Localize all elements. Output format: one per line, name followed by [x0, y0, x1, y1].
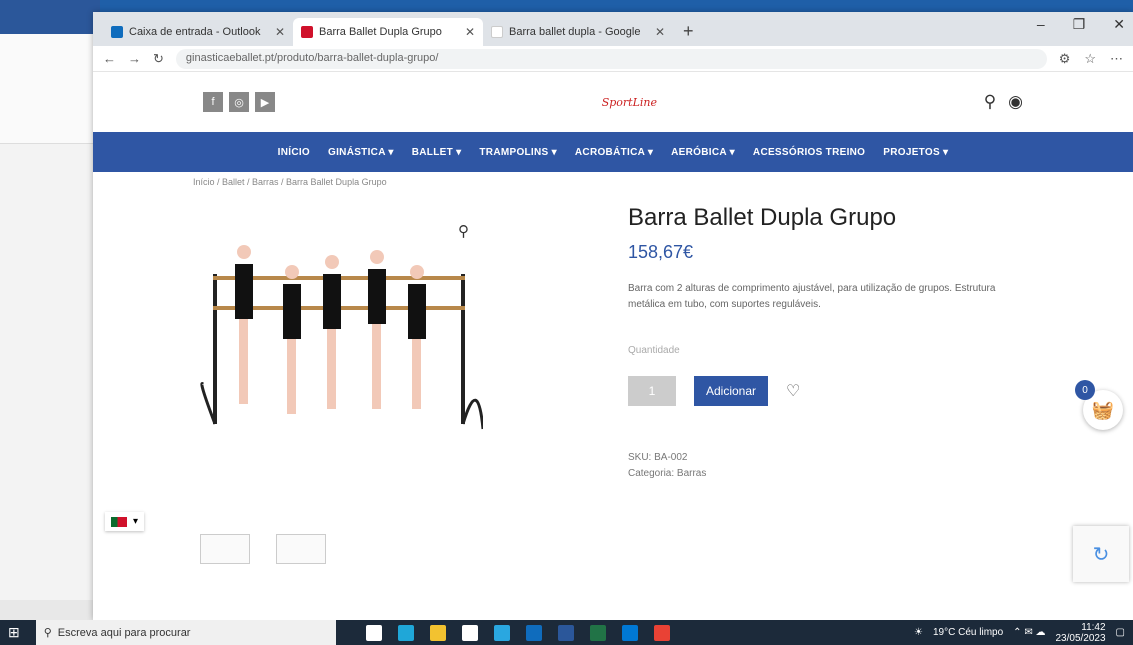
nav-item-ginastica[interactable]: GINÁSTICA ▾: [328, 147, 394, 158]
social-links: f ◎ ▶: [203, 92, 275, 112]
product-category[interactable]: Categoria: Barras: [628, 466, 1033, 482]
search-icon[interactable]: ⚲: [984, 92, 996, 112]
menu-icon[interactable]: ⋯: [1110, 51, 1123, 67]
account-icon[interactable]: ◉: [1008, 92, 1023, 112]
recaptcha-badge[interactable]: ↻: [1073, 526, 1129, 582]
pinned-apps: [365, 624, 670, 641]
basket-icon: 🧺: [1091, 399, 1115, 420]
close-window-button[interactable]: ✕: [1113, 16, 1125, 33]
ballet-barre-illustration: [200, 245, 485, 430]
main-navigation: INÍCIO GINÁSTICA ▾ BALLET ▾ TRAMPOLINS ▾…: [93, 132, 1133, 172]
tray-icons[interactable]: ⌃ ✉ ☁: [1013, 627, 1045, 638]
tab-strip: Caixa de entrada - Outlook ✕ Barra Balle…: [93, 12, 1133, 46]
youtube-icon[interactable]: ▶: [255, 92, 275, 112]
wishlist-icon[interactable]: ♡: [786, 381, 800, 401]
google-icon: [491, 26, 503, 38]
tab-title: Barra ballet dupla - Google: [509, 26, 641, 38]
background-window: [0, 0, 100, 620]
quantity-input[interactable]: 1: [628, 376, 676, 406]
edge-icon[interactable]: [397, 624, 414, 641]
window-controls: – ❐ ✕: [1037, 16, 1125, 33]
weather-icon: ☀: [914, 627, 923, 638]
cart-count-badge: 0: [1075, 380, 1095, 400]
tab-product[interactable]: Barra Ballet Dupla Grupo ✕: [293, 18, 483, 46]
favorites-icon[interactable]: ☆: [1084, 51, 1096, 67]
language-switcher[interactable]: ▾: [105, 512, 145, 531]
weather-text[interactable]: 19°C Céu limpo: [933, 627, 1003, 638]
outlook-icon: [111, 26, 123, 38]
search-icon: ⚲: [43, 627, 52, 639]
windows-start-icon[interactable]: ⊞: [8, 624, 20, 641]
task-view-icon[interactable]: [365, 624, 382, 641]
nav-item-aerobica[interactable]: AERÓBICA ▾: [671, 147, 735, 158]
file-explorer-icon[interactable]: [429, 624, 446, 641]
product-sku: SKU: BA-002: [628, 452, 688, 463]
product-price: 158,67€: [628, 242, 694, 262]
taskbar-search[interactable]: ⚲ Escreva aqui para procurar: [35, 620, 336, 645]
product-image[interactable]: ⚲: [193, 204, 485, 474]
maximize-button[interactable]: ❐: [1073, 16, 1086, 33]
windows-taskbar: ⊞ ⚲ Escreva aqui para procurar ☀ 19°C Cé…: [0, 620, 1133, 645]
product-description: Barra com 2 alturas de comprimento ajust…: [628, 283, 996, 310]
store-icon[interactable]: [461, 624, 478, 641]
quantity-label: Quantidade: [628, 345, 680, 356]
tab-google[interactable]: Barra ballet dupla - Google ✕: [483, 18, 673, 46]
nav-item-trampolins[interactable]: TRAMPOLINS ▾: [479, 147, 557, 158]
site-logo[interactable]: SportLine: [602, 96, 657, 109]
minimize-button[interactable]: –: [1037, 16, 1045, 33]
clock[interactable]: 11:42 23/05/2023: [1055, 622, 1105, 644]
phone-icon[interactable]: [493, 624, 510, 641]
product-meta: SKU: BA-002 Categoria: Barras: [628, 450, 1033, 482]
address-bar-row: ← → ↻ ginasticaeballet.pt/produto/barra-…: [93, 46, 1133, 72]
forward-icon[interactable]: →: [128, 51, 141, 66]
nav-item-projetos[interactable]: PROJETOS ▾: [883, 147, 948, 158]
notifications-icon[interactable]: ▢: [1116, 627, 1125, 638]
nav-item-ballet[interactable]: BALLET ▾: [412, 147, 462, 158]
clock-time: 11:42: [1081, 621, 1106, 633]
site-header: f ◎ ▶ SportLine ⚲ ◉: [93, 72, 1133, 132]
thumbnail-image[interactable]: [276, 534, 326, 564]
zoom-icon[interactable]: ⚲: [458, 222, 469, 240]
tab-title: Caixa de entrada - Outlook: [129, 26, 261, 38]
chevron-down-icon: ▾: [133, 516, 139, 527]
excel-icon[interactable]: [589, 624, 606, 641]
nav-item-acrobatica[interactable]: ACROBÁTICA ▾: [575, 147, 653, 158]
background-ribbon: [0, 34, 100, 144]
thumbnail-image[interactable]: [200, 534, 250, 564]
facebook-icon[interactable]: f: [203, 92, 223, 112]
portugal-flag-icon: [111, 516, 127, 527]
chrome-icon[interactable]: [653, 624, 670, 641]
close-icon[interactable]: ✕: [465, 25, 475, 39]
new-tab-button[interactable]: +: [683, 21, 694, 42]
browser-window: Caixa de entrada - Outlook ✕ Barra Balle…: [93, 12, 1133, 620]
instagram-icon[interactable]: ◎: [229, 92, 249, 112]
url-input[interactable]: ginasticaeballet.pt/produto/barra-ballet…: [175, 48, 1047, 69]
clock-date: 23/05/2023: [1055, 632, 1106, 644]
floating-cart-button[interactable]: 0 🧺: [1075, 380, 1123, 430]
taskbar-search-placeholder: Escreva aqui para procurar: [57, 626, 191, 639]
add-to-cart-row: 1 Adicionar ♡: [628, 376, 1033, 406]
close-icon[interactable]: ✕: [275, 25, 285, 39]
extensions-icon[interactable]: ⚙: [1059, 51, 1071, 67]
background-titlebar: [0, 0, 100, 34]
system-tray: ☀ 19°C Céu limpo ⌃ ✉ ☁ 11:42 23/05/2023 …: [914, 622, 1125, 644]
back-icon[interactable]: ←: [103, 51, 116, 66]
mail-icon[interactable]: [525, 624, 542, 641]
site-icon: [301, 26, 313, 38]
background-statusbar: [0, 600, 100, 620]
nav-item-inicio[interactable]: INÍCIO: [278, 147, 310, 158]
nav-item-acessorios[interactable]: ACESSÓRIOS TREINO: [753, 147, 865, 158]
close-icon[interactable]: ✕: [655, 25, 665, 39]
tab-outlook[interactable]: Caixa de entrada - Outlook ✕: [103, 18, 293, 46]
reload-icon[interactable]: ↻: [153, 51, 164, 67]
product-thumbnails: [200, 534, 326, 564]
product-section: ⚲ ▾ Barra Ballet Dupla Grupo 158,67€ Bar…: [93, 194, 1133, 594]
product-title: Barra Ballet Dupla Grupo: [628, 204, 897, 231]
product-info: Barra Ballet Dupla Grupo 158,67€ Barra c…: [628, 204, 1033, 482]
add-to-cart-button[interactable]: Adicionar: [694, 376, 769, 406]
word-icon[interactable]: [557, 624, 574, 641]
breadcrumb[interactable]: Início / Ballet / Barras / Barra Ballet …: [93, 172, 1133, 194]
outlook-icon[interactable]: [621, 624, 638, 641]
tab-title: Barra Ballet Dupla Grupo: [319, 26, 442, 38]
